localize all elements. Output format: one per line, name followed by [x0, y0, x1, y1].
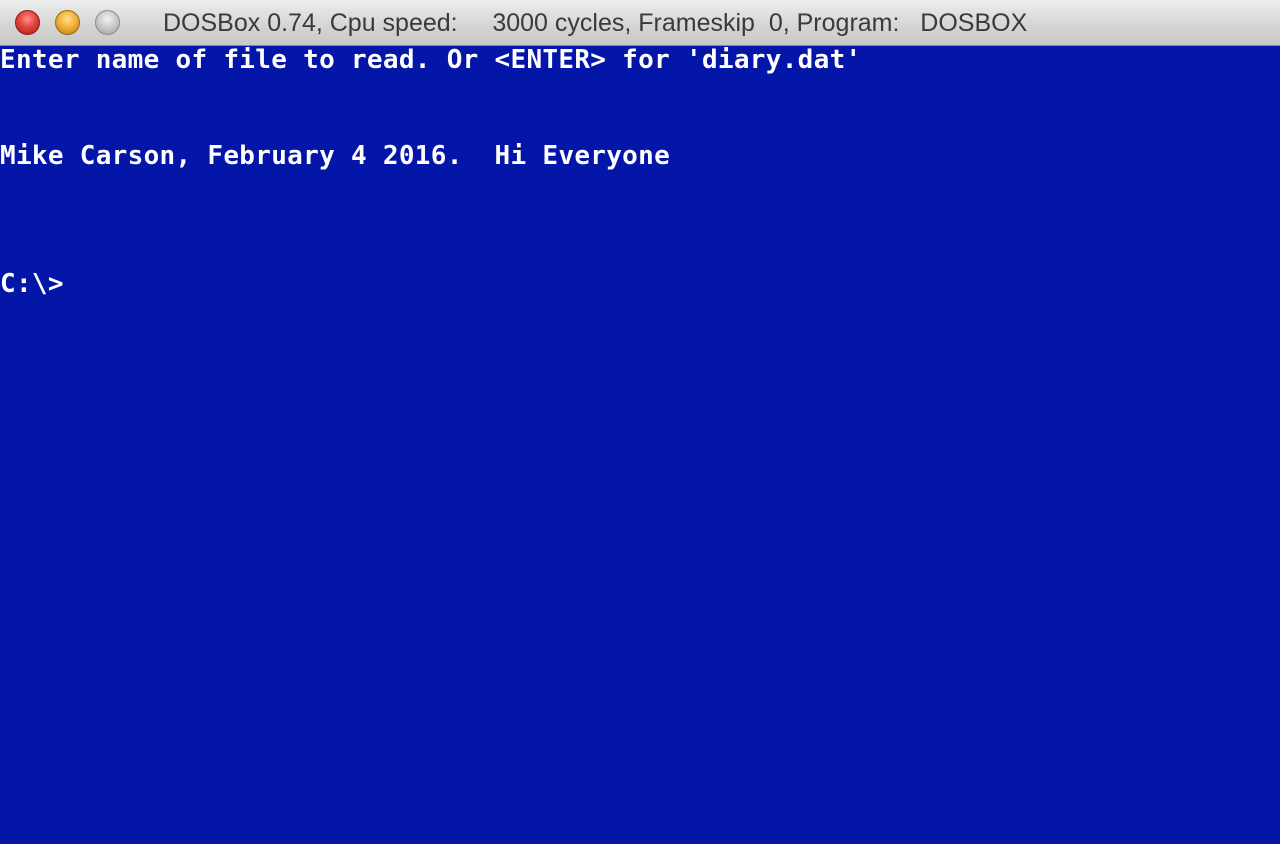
diary-entry-line: Mike Carson, February 4 2016. Hi Everyon… [0, 141, 671, 171]
command-prompt[interactable]: C:\> [0, 268, 64, 300]
minimize-window-button[interactable] [55, 10, 80, 35]
window-title: DOSBox 0.74, Cpu speed: 3000 cycles, Fra… [163, 9, 1028, 37]
zoom-window-button[interactable] [95, 10, 120, 35]
title-bar[interactable]: DOSBox 0.74, Cpu speed: 3000 cycles, Fra… [0, 0, 1280, 46]
prompt-enter-filename: Enter name of file to read. Or <ENTER> f… [0, 45, 862, 75]
dos-terminal-screen[interactable]: Enter name of file to read. Or <ENTER> f… [0, 45, 1280, 844]
close-window-button[interactable] [15, 10, 40, 35]
dosbox-window: DOSBox 0.74, Cpu speed: 3000 cycles, Fra… [0, 0, 1280, 844]
